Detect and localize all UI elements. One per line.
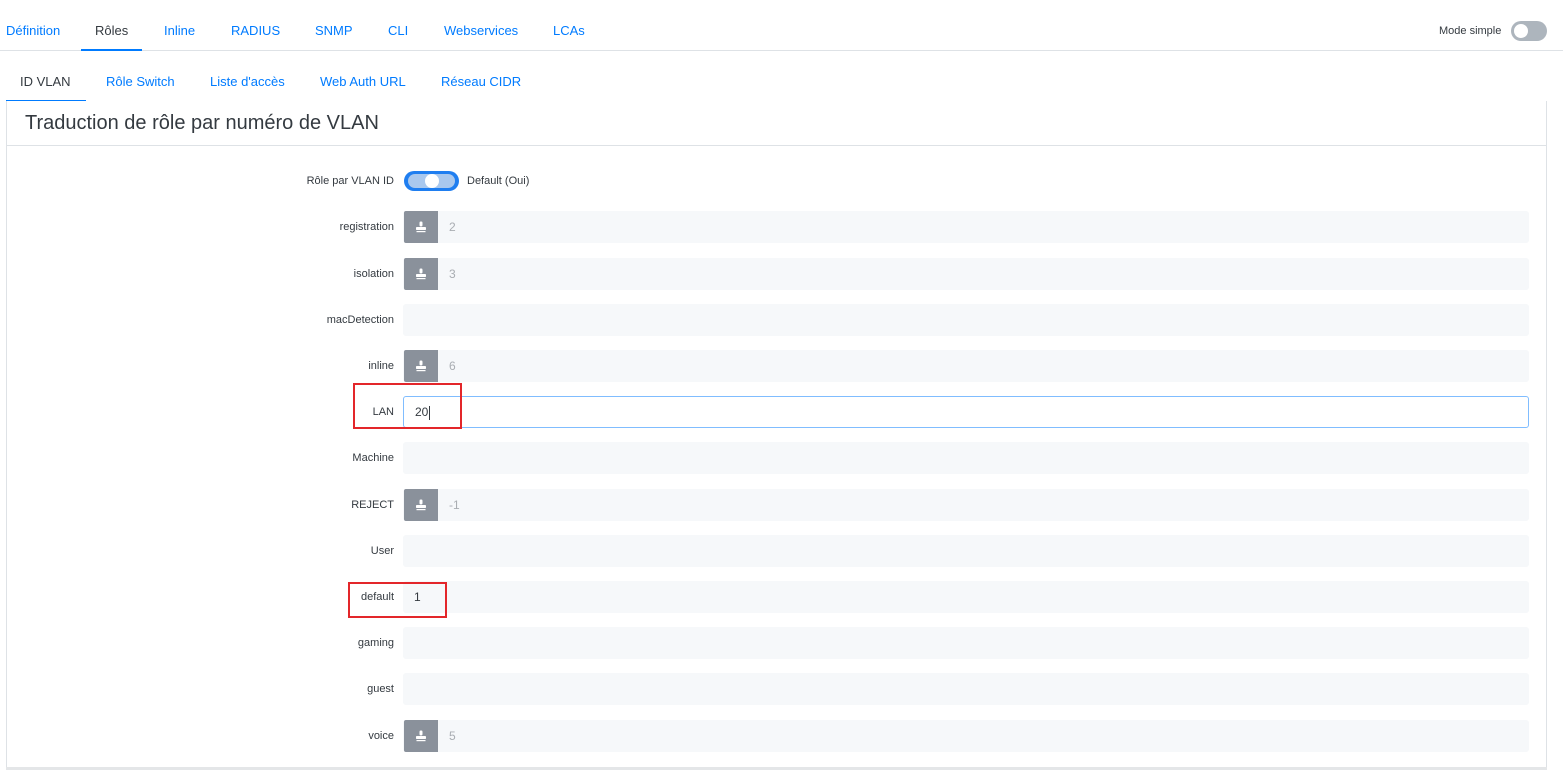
field-label-voice: voice [368,730,394,742]
tab-inline[interactable]: Inline [164,0,195,50]
toggle-knob [425,174,439,188]
registration-input[interactable]: 2 [403,211,1529,243]
set-default-button[interactable] [404,211,438,243]
field-label-user: User [370,545,394,557]
sub-tab-bar: ID VLAN Rôle Switch Liste d'accès Web Au… [6,51,1547,102]
gaming-input[interactable] [403,627,1529,659]
voice-placeholder: 5 [449,729,456,743]
vlan-role-card: Traduction de rôle par numéro de VLAN [6,101,1547,770]
tab-definition[interactable]: Définition [6,0,60,50]
field-label-gaming: gaming [357,637,394,649]
field-label-inline: inline [368,360,394,372]
default-value: 1 [414,590,421,604]
machine-input[interactable] [403,442,1529,474]
registration-placeholder: 2 [449,220,456,234]
subtab-role-switch[interactable]: Rôle Switch [106,51,175,101]
role-by-vlan-value: Default (Oui) [467,175,530,187]
field-label-isolation: isolation [353,268,394,280]
subtab-network-cidr[interactable]: Réseau CIDR [441,51,521,101]
field-label-machine: Machine [352,452,394,464]
top-tab-bar: Définition Rôles Inline RADIUS SNMP CLI … [0,0,1563,51]
stamp-icon [416,360,426,372]
card-title: Traduction de rôle par numéro de VLAN [25,112,379,134]
set-default-button[interactable] [404,258,438,290]
field-label-default: default [360,591,394,603]
set-default-button[interactable] [404,489,438,521]
subtab-access-list[interactable]: Liste d'accès [210,51,285,101]
voice-input[interactable]: 5 [403,720,1529,752]
subtab-id-vlan[interactable]: ID VLAN [6,51,86,102]
card-header: Traduction de rôle par numéro de VLAN [7,101,1546,146]
user-input[interactable] [403,535,1529,567]
lan-value-wrap: 20 [415,397,431,427]
tab-snmp[interactable]: SNMP [315,0,353,50]
tab-roles[interactable]: Rôles [80,0,143,51]
isolation-input[interactable]: 3 [403,258,1529,290]
role-by-vlan-label: Rôle par VLAN ID [306,175,394,187]
guest-input[interactable] [403,673,1529,705]
tab-radius[interactable]: RADIUS [231,0,280,50]
lan-value: 20 [415,405,429,419]
reject-input[interactable]: -1 [403,489,1529,521]
mode-simple-label: Mode simple [1439,25,1502,37]
tab-cli[interactable]: CLI [388,0,408,50]
tab-lcas[interactable]: LCAs [553,0,585,50]
field-label-lan: LAN [372,406,394,418]
subtab-web-auth-url[interactable]: Web Auth URL [320,51,406,101]
set-default-button[interactable] [404,720,438,752]
field-label-guest: guest [367,683,394,695]
toggle-knob [1514,24,1528,38]
set-default-button[interactable] [404,350,438,382]
role-by-vlan-toggle[interactable] [404,171,459,191]
field-label-registration: registration [339,221,394,233]
reject-placeholder: -1 [449,498,460,512]
mode-simple-toggle[interactable] [1511,21,1547,41]
isolation-placeholder: 3 [449,267,456,281]
text-caret [429,405,431,420]
default-input[interactable]: 1 [403,581,1529,613]
inline-placeholder: 6 [449,359,456,373]
lan-input[interactable]: 20 [403,396,1529,428]
inline-input[interactable]: 6 [403,350,1529,382]
stamp-icon [416,221,426,233]
stamp-icon [416,268,426,280]
stamp-icon [416,499,426,511]
macdetection-input[interactable] [403,304,1529,336]
tab-webservices[interactable]: Webservices [444,0,518,50]
field-label-reject: REJECT [351,499,394,511]
stamp-icon [416,730,426,742]
field-label-macdetection: macDetection [326,314,394,326]
